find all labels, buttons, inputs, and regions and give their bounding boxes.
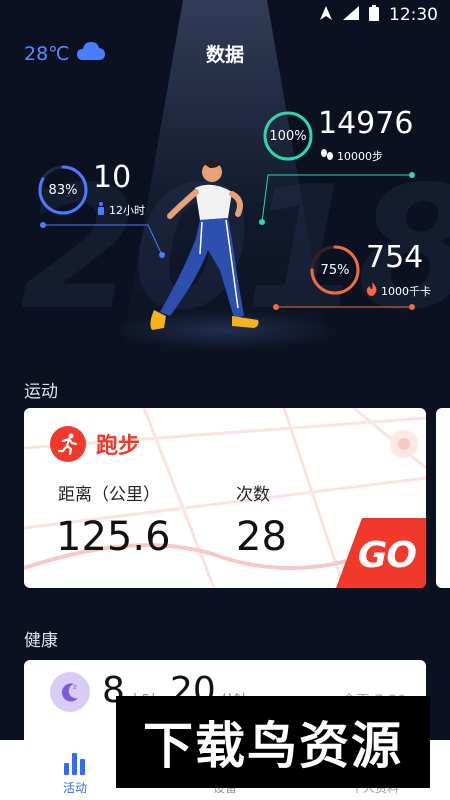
- stand-value: 10: [93, 160, 132, 195]
- calories-goal: 1000千卡: [366, 282, 431, 299]
- status-time: 12:30: [389, 5, 438, 25]
- health-section-title: 健康: [24, 631, 58, 651]
- bar-chart-icon: [64, 753, 85, 775]
- runner-illustration: [150, 160, 259, 330]
- calories-value: 754: [366, 240, 424, 275]
- steps-ring[interactable]: 100%: [262, 110, 314, 162]
- go-button[interactable]: GO: [336, 518, 426, 588]
- battery-icon: [369, 4, 379, 26]
- moon-icon: z: [50, 672, 90, 712]
- stand-goal: 12小时: [96, 202, 145, 218]
- calories-ring[interactable]: 75%: [309, 244, 361, 296]
- sports-section-title: 运动: [24, 382, 58, 402]
- stand-ring[interactable]: 83%: [37, 164, 89, 216]
- steps-goal: 10000步: [320, 148, 383, 164]
- running-icon: [50, 426, 86, 462]
- nav-activity-label: 活动: [62, 781, 87, 795]
- calories-percent: 75%: [320, 262, 350, 278]
- signal-icon: [343, 5, 359, 25]
- page-title: 数据: [205, 44, 244, 66]
- distance-label: 距离（公里）: [58, 485, 160, 505]
- watermark-text: 下载鸟资源: [143, 717, 403, 775]
- status-bar: 12:30: [0, 0, 450, 30]
- steps-goal-label: 10000步: [337, 150, 383, 163]
- next-card-peek[interactable]: [436, 408, 450, 588]
- watermark-banner: 下载鸟资源: [116, 696, 430, 788]
- stand-goal-label: 12小时: [109, 204, 145, 217]
- calories-goal-label: 1000千卡: [381, 284, 431, 298]
- count-value: 28: [236, 514, 287, 560]
- running-card[interactable]: 跑步 距离（公里） 125.6 次数 28 GO: [24, 408, 426, 588]
- stand-percent: 83%: [48, 182, 78, 198]
- go-label: GO: [357, 535, 417, 576]
- count-label: 次数: [236, 485, 270, 505]
- steps-value: 14976: [318, 106, 414, 141]
- footprints-icon: [320, 148, 334, 164]
- location-icon: [319, 5, 333, 25]
- running-header: 跑步: [50, 426, 140, 462]
- person-icon: [96, 202, 106, 218]
- header: 28℃ 数据: [0, 34, 450, 74]
- svg-text:z: z: [73, 683, 77, 691]
- distance-value: 125.6: [56, 514, 171, 560]
- running-label: 跑步: [96, 434, 141, 459]
- flame-icon: [366, 282, 378, 299]
- steps-percent: 100%: [269, 128, 307, 144]
